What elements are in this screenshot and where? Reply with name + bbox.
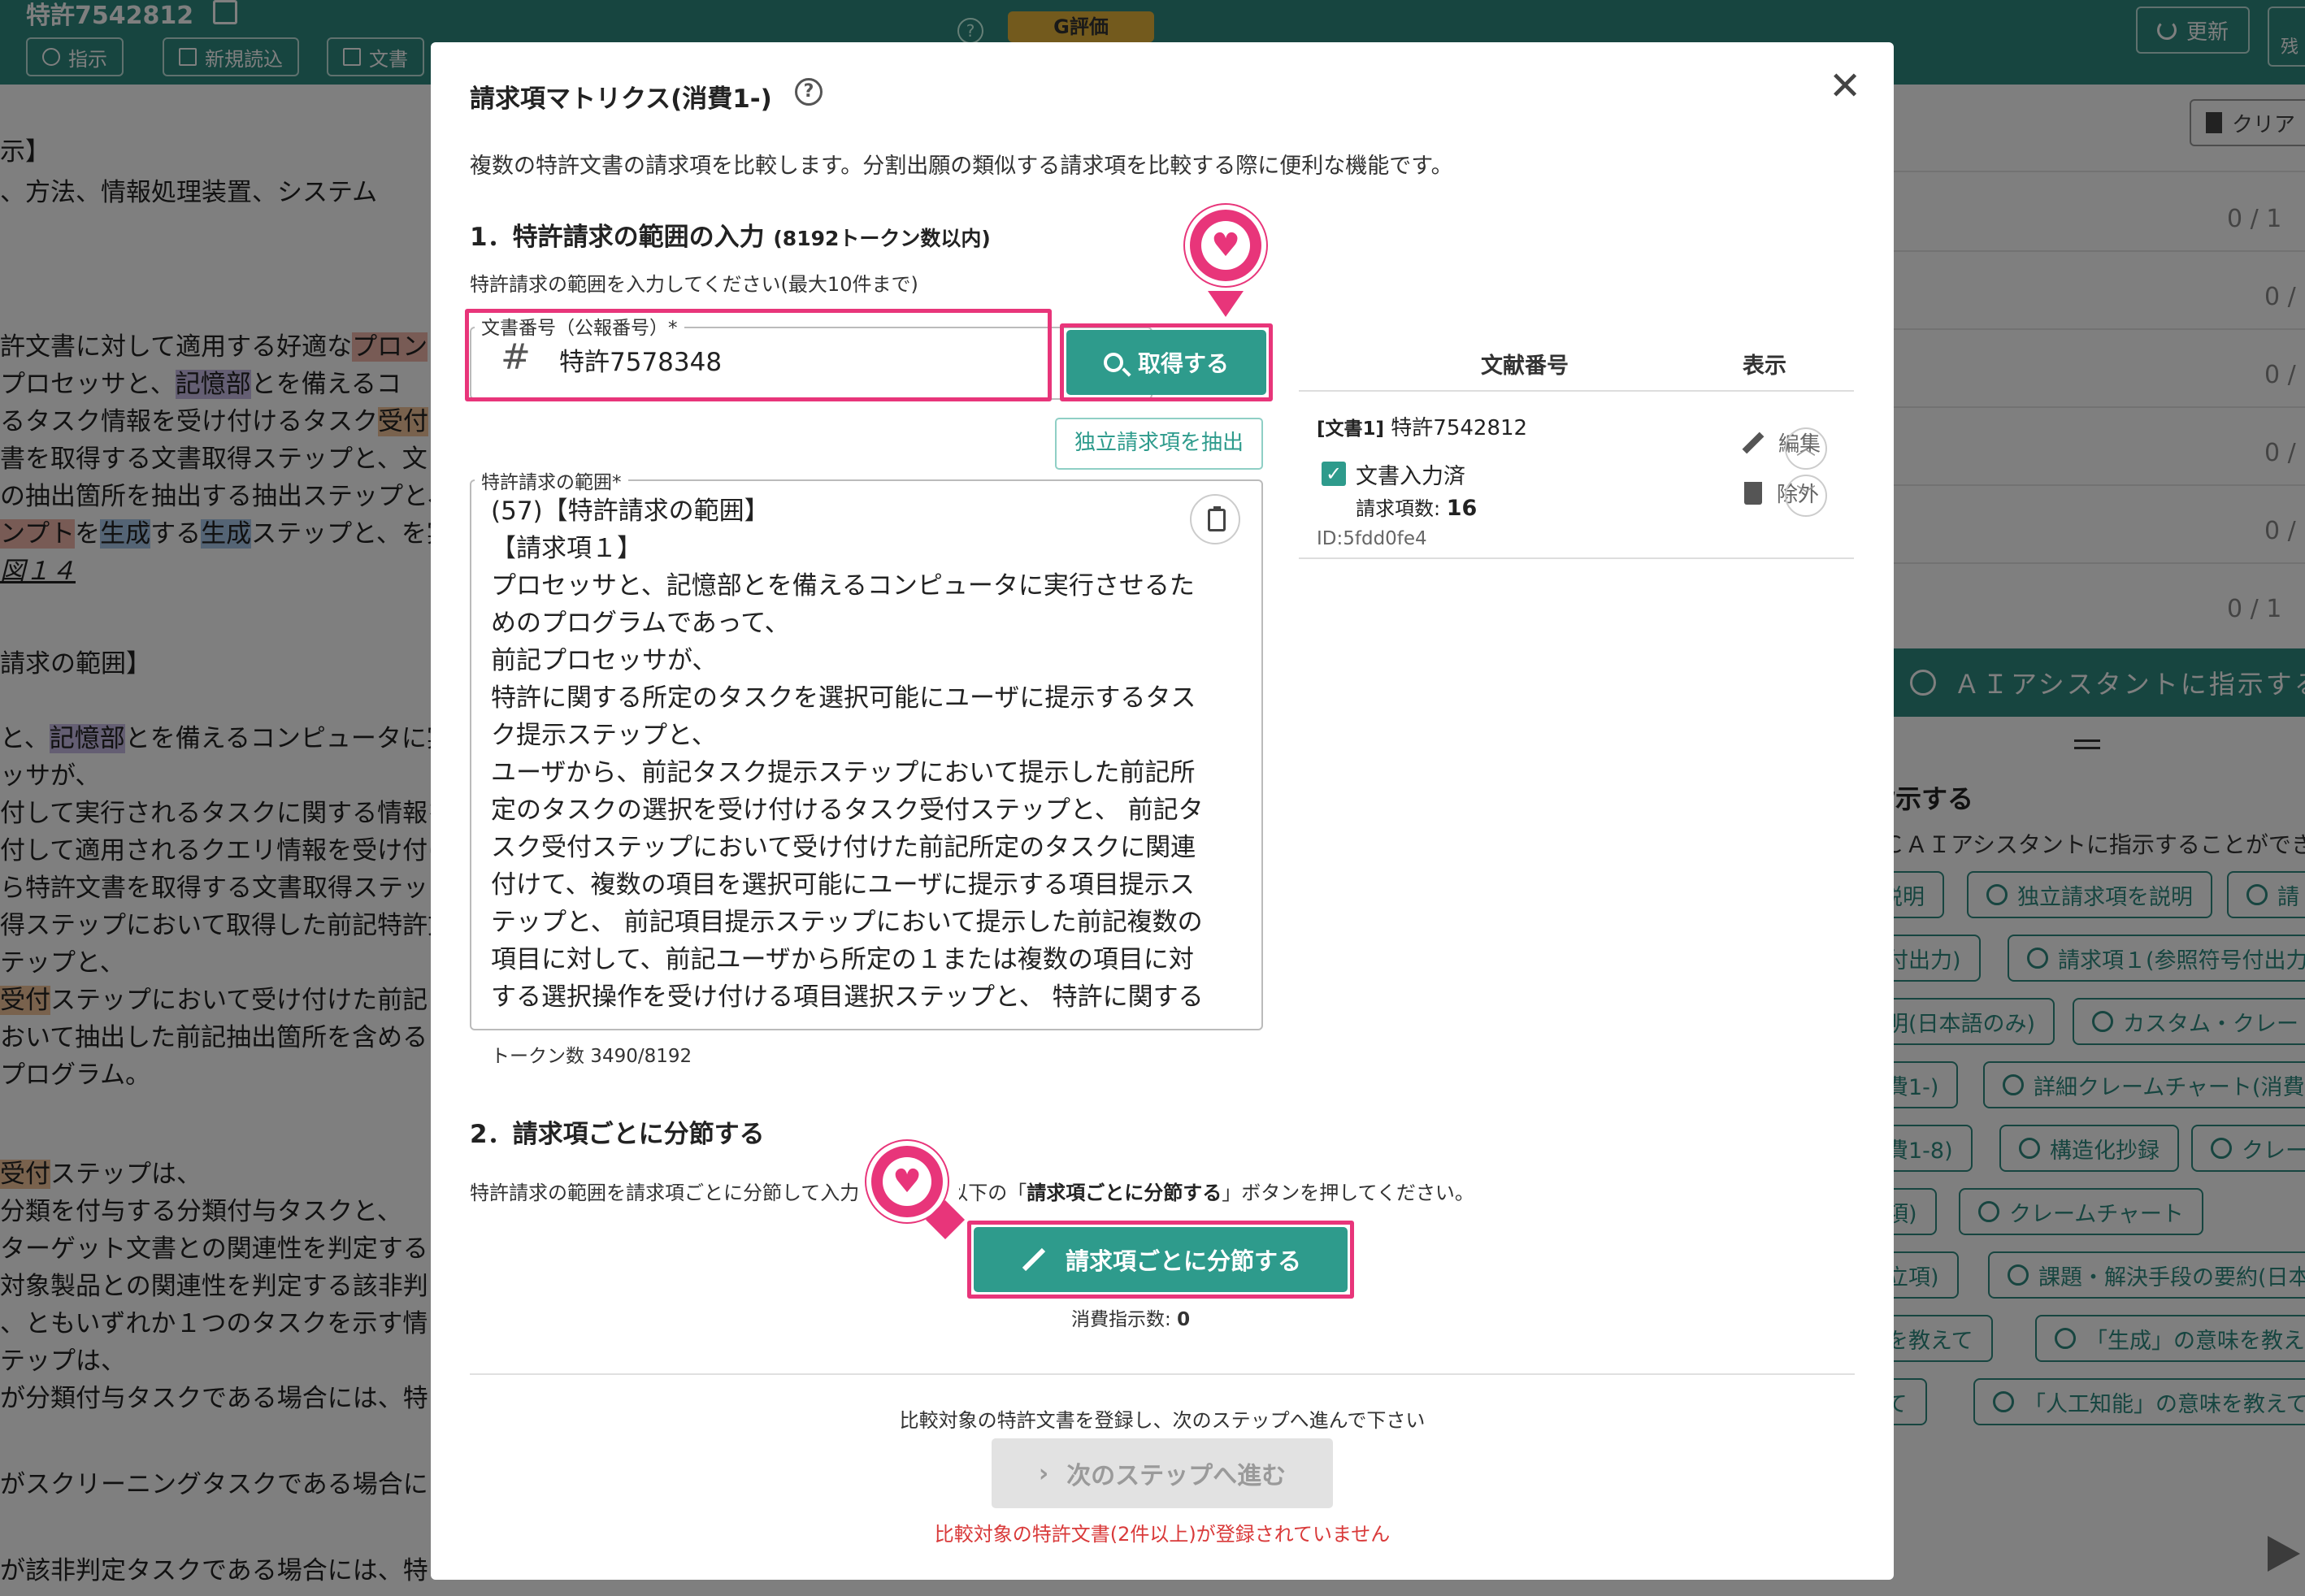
token-count: トークン数 3490/8192 [491,1046,692,1067]
heart-marker-icon: ♥ [1185,205,1266,286]
heart-icon: ♥ [1211,227,1240,264]
extract-independent-claims-button[interactable]: 独立請求項を抽出 [1055,418,1263,470]
chevron-right-icon: › [1038,1459,1049,1488]
highlight-frame [967,1221,1354,1299]
document-name: [文書1] 特許7542812 [1317,416,1528,440]
section-2-title: 2．請求項ごとに分節する [470,1120,765,1149]
claim-count: 請求項数: 16 [1356,496,1478,521]
table-row: [文書1] 特許7542812 ✓ 文書入力済 請求項数: 16 ID:5fdd… [1299,393,1854,559]
section-1-title: 1．特許請求の範囲の入力 (8192トークン数以内) [470,223,991,252]
help-icon[interactable]: ? [795,78,823,106]
column-header-doc-number: 文献番号 [1481,353,1569,379]
section-2-description: 特許請求の範囲を請求項ごとに分節して入力 以下の「請求項ごとに分節する」ボタンを押… [470,1182,1474,1204]
claims-label: 特許請求の範囲* [475,466,628,494]
highlight-frame [465,309,1052,401]
document-id: ID:5fdd0fe4 [1317,528,1427,549]
highlight-frame [1060,323,1273,401]
move-down-button[interactable]: ﹀ [1785,475,1827,517]
claims-text: (57)【特許請求の範囲】 【請求項１】 プロセッサと、記憶部とを備えるコンピュ… [491,497,1204,1012]
close-icon[interactable]: ✕ [1829,67,1861,106]
dialog-title: 請求項マトリクス(消費1-) [470,85,772,114]
checkbox-checked-icon[interactable]: ✓ [1322,462,1346,486]
marker-pointer [1208,291,1244,317]
chevron-up-icon: ︿ [1796,436,1816,459]
claims-matrix-dialog: 請求項マトリクス(消費1-) ? ✕ 複数の特許文書の請求項を比較します。分割出… [431,42,1894,1580]
move-up-button[interactable]: ︿ [1785,427,1827,470]
documents-table-header: 文献番号 表示 [1299,343,1854,392]
divider [470,1373,1855,1375]
heart-icon: ♥ [892,1163,922,1200]
next-step-button[interactable]: › 次のステップへ進む [992,1438,1333,1508]
pencil-icon [1742,432,1765,453]
trash-icon [1744,481,1762,505]
document-status: 文書入力済 [1356,464,1465,489]
register-note: 比較対象の特許文書を登録し、次のステップへ進んで下さい [899,1409,1426,1432]
dialog-description: 複数の特許文書の請求項を比較します。分割出願の類似する請求項を比較する際に便利な… [470,154,1453,179]
warning-message: 比較対象の特許文書(2件以上)が登録されていません [934,1523,1391,1546]
section-1-hint: 特許請求の範囲を入力してください(最大10件まで) [470,273,918,296]
chevron-down-icon: ﹀ [1796,484,1816,506]
column-header-show: 表示 [1743,353,1786,379]
clipboard-icon[interactable] [1190,494,1240,544]
consumed-instructions: 消費指示数: 0 [1071,1309,1191,1330]
